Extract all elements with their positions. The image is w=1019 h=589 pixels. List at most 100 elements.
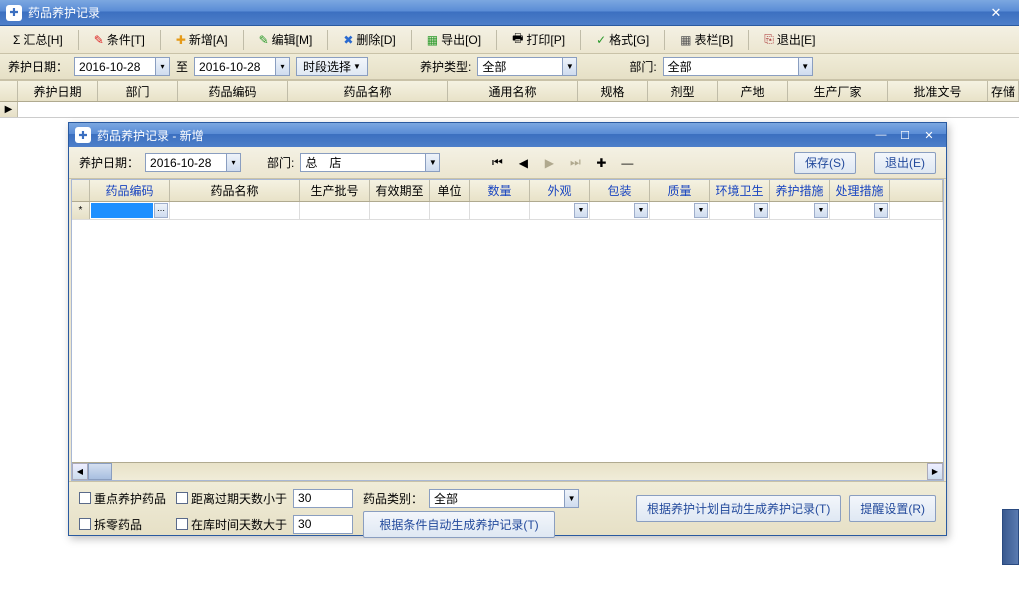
nav-next-button: ▶ <box>538 154 560 172</box>
cell-pack[interactable]: ▼ <box>590 202 650 219</box>
chevron-down-icon[interactable]: ▼ <box>564 489 579 508</box>
scroll-thumb[interactable] <box>88 463 112 480</box>
edit-button[interactable]: ✎编辑[M] <box>252 29 320 51</box>
expire-days-input[interactable]: 30 <box>293 489 353 508</box>
cell-name[interactable] <box>170 202 300 219</box>
exit-button[interactable]: ⎘退出[E] <box>757 29 822 51</box>
print-button[interactable]: 🖶打印[P] <box>505 29 572 51</box>
col-pack[interactable]: 包装 <box>590 180 650 201</box>
col-name[interactable]: 药品名称 <box>170 180 300 201</box>
delete-button[interactable]: ✖删除[D] <box>336 29 402 51</box>
time-select-button[interactable]: 时段选择▼ <box>296 57 368 76</box>
add-button[interactable]: ✚新增[A] <box>169 29 235 51</box>
col-date[interactable]: 养护日期 <box>18 81 98 101</box>
stock-days-input[interactable]: 30 <box>293 515 353 534</box>
export-button[interactable]: ▦导出[O] <box>420 29 488 51</box>
cell-code[interactable]: ⋯ <box>90 202 170 219</box>
cell-handle[interactable]: ▼ <box>830 202 890 219</box>
chk-split-drugs[interactable]: 拆零药品 <box>79 516 142 533</box>
col-manu[interactable]: 生产厂家 <box>788 81 888 101</box>
col-qty[interactable]: 数量 <box>470 180 530 201</box>
type-dropdown[interactable]: 全部▼ <box>477 57 577 76</box>
date-spinner-icon[interactable]: ▾ <box>226 153 241 172</box>
chevron-down-icon[interactable]: ▼ <box>874 203 888 218</box>
col-storage[interactable]: 存储 <box>988 81 1019 101</box>
wand-icon: ✎ <box>94 33 104 47</box>
nav-add-button[interactable]: ✚ <box>590 154 612 172</box>
horizontal-scrollbar[interactable]: ◀ ▶ <box>72 462 943 480</box>
separator <box>160 30 161 50</box>
category-dropdown[interactable]: 全部▼ <box>429 489 579 508</box>
col-code[interactable]: 药品编码 <box>178 81 288 101</box>
col-code[interactable]: 药品编码 <box>90 180 170 201</box>
col-name[interactable]: 药品名称 <box>288 81 448 101</box>
cell-env[interactable]: ▼ <box>710 202 770 219</box>
cell-expiry[interactable] <box>370 202 430 219</box>
save-button[interactable]: 保存(S) <box>794 152 856 174</box>
cell-editor[interactable] <box>91 203 153 218</box>
child-grid-header: 药品编码 药品名称 生产批号 有效期至 单位 数量 外观 包装 质量 环境卫生 … <box>72 180 943 202</box>
cell-quality[interactable]: ▼ <box>650 202 710 219</box>
col-env[interactable]: 环境卫生 <box>710 180 770 201</box>
chevron-down-icon[interactable]: ▼ <box>425 153 440 172</box>
col-appear[interactable]: 外观 <box>530 180 590 201</box>
date-to-input[interactable]: 2016-10-28▾ <box>194 57 290 76</box>
maximize-button[interactable]: ☐ <box>894 127 916 143</box>
chevron-down-icon[interactable]: ▼ <box>798 57 813 76</box>
chk-key-drugs[interactable]: 重点养护药品 <box>79 490 166 507</box>
chevron-down-icon[interactable]: ▼ <box>562 57 577 76</box>
chevron-down-icon[interactable]: ▼ <box>814 203 828 218</box>
scroll-left-button[interactable]: ◀ <box>72 463 88 480</box>
col-approval[interactable]: 批准文号 <box>888 81 988 101</box>
nav-remove-button[interactable]: — <box>616 154 638 172</box>
close-button[interactable]: ✕ <box>979 4 1013 22</box>
col-handle[interactable]: 处理措施 <box>830 180 890 201</box>
chevron-down-icon[interactable]: ▼ <box>694 203 708 218</box>
chevron-down-icon[interactable]: ▼ <box>574 203 588 218</box>
child-dept-dropdown[interactable]: 总 店▼ <box>300 153 440 172</box>
date-from-input[interactable]: 2016-10-28▾ <box>74 57 170 76</box>
col-origin[interactable]: 产地 <box>718 81 788 101</box>
child-date-input[interactable]: 2016-10-28▾ <box>145 153 241 172</box>
chevron-down-icon[interactable]: ▼ <box>634 203 648 218</box>
cell-unit[interactable] <box>430 202 470 219</box>
cell-appear[interactable]: ▼ <box>530 202 590 219</box>
nav-prev-button[interactable]: ◀ <box>512 154 534 172</box>
minimize-button[interactable]: — <box>870 127 892 143</box>
col-spec[interactable]: 规格 <box>578 81 648 101</box>
delete-icon: ✖ <box>343 33 353 47</box>
cell-batch[interactable] <box>300 202 370 219</box>
ellipsis-button[interactable]: ⋯ <box>154 203 168 218</box>
child-grid-row[interactable]: * ⋯ ▼ ▼ ▼ ▼ ▼ ▼ <box>72 202 943 220</box>
chevron-down-icon[interactable]: ▼ <box>754 203 768 218</box>
dept-label: 部门: <box>267 154 294 171</box>
scroll-track[interactable] <box>112 463 927 480</box>
scroll-right-button[interactable]: ▶ <box>927 463 943 480</box>
col-form[interactable]: 剂型 <box>648 81 718 101</box>
vertical-scrollbar[interactable] <box>1002 509 1019 565</box>
dept-dropdown[interactable]: 全部▼ <box>663 57 813 76</box>
columns-button[interactable]: ▦表栏[B] <box>673 29 740 51</box>
gen-by-plan-button[interactable]: 根据养护计划自动生成养护记录(T) <box>636 495 841 522</box>
col-maint[interactable]: 养护措施 <box>770 180 830 201</box>
col-expiry[interactable]: 有效期至 <box>370 180 430 201</box>
col-dept[interactable]: 部门 <box>98 81 178 101</box>
summary-button[interactable]: Σ汇总[H] <box>6 29 70 51</box>
col-generic[interactable]: 通用名称 <box>448 81 578 101</box>
cell-qty[interactable] <box>470 202 530 219</box>
chk-stock[interactable]: 在库时间天数大于 <box>176 516 287 533</box>
gen-by-condition-button[interactable]: 根据条件自动生成养护记录(T) <box>363 511 555 538</box>
close-button[interactable]: ✕ <box>918 127 940 143</box>
date-spinner-icon[interactable]: ▾ <box>155 57 170 76</box>
format-button[interactable]: ✓格式[G] <box>589 29 656 51</box>
date-spinner-icon[interactable]: ▾ <box>275 57 290 76</box>
col-batch[interactable]: 生产批号 <box>300 180 370 201</box>
reminder-settings-button[interactable]: 提醒设置(R) <box>849 495 936 522</box>
col-quality[interactable]: 质量 <box>650 180 710 201</box>
nav-first-button[interactable]: ⏮ <box>486 154 508 172</box>
cell-maint[interactable]: ▼ <box>770 202 830 219</box>
chk-expire[interactable]: 距离过期天数小于 <box>176 490 287 507</box>
condition-button[interactable]: ✎条件[T] <box>87 29 152 51</box>
col-unit[interactable]: 单位 <box>430 180 470 201</box>
child-exit-button[interactable]: 退出(E) <box>874 152 936 174</box>
